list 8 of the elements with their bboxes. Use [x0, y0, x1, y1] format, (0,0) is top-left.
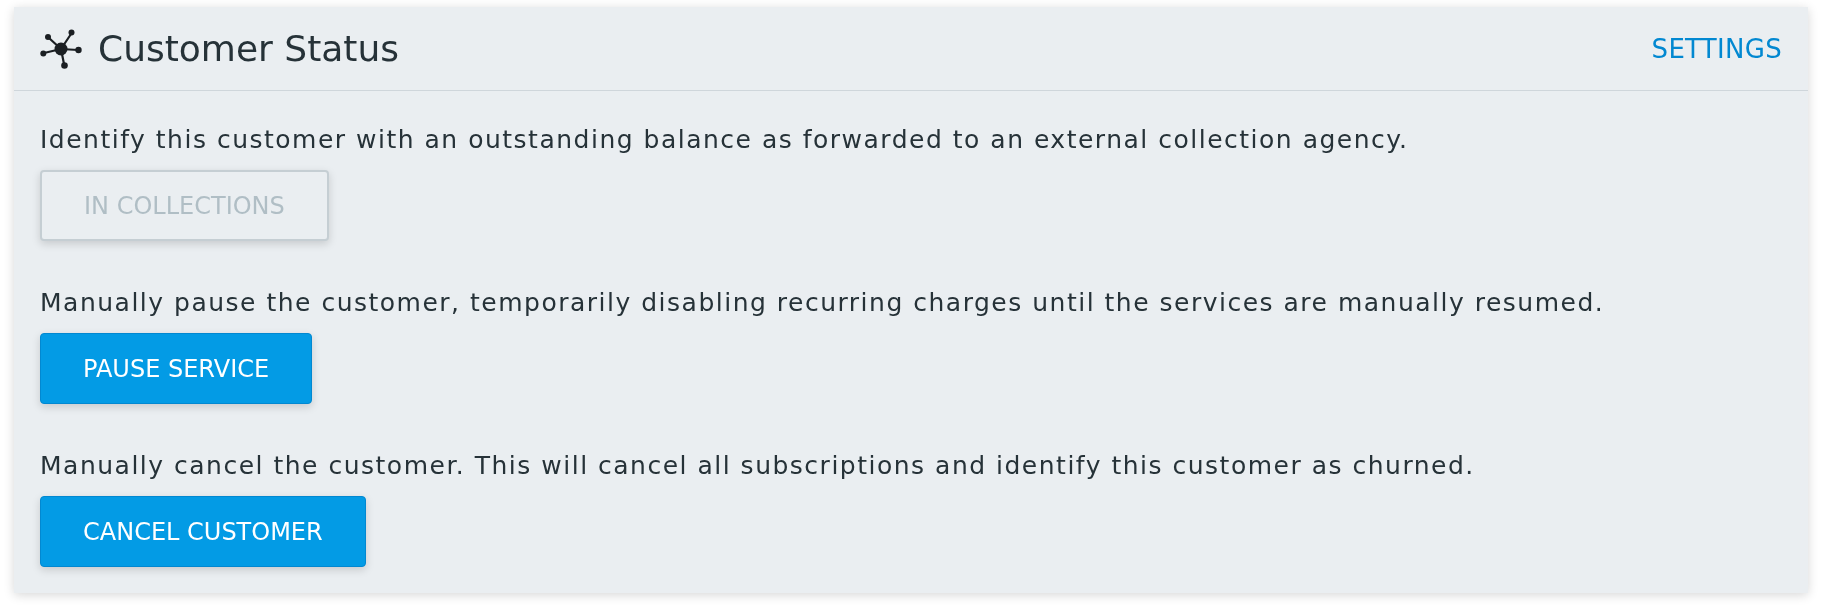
action-description: Manually cancel the customer. This will cancel all subscriptions and identify this customer as churned.: [40, 451, 1475, 481]
panel-title: Customer Status: [98, 26, 400, 71]
action-description: Identify this customer with an outstanding balance as forwarded to an external collection agency.: [40, 125, 1409, 155]
settings-link[interactable]: SETTINGS: [1651, 32, 1782, 65]
action-description: Manually pause the customer, temporarily disabling recurring charges until the services are manually resumed.: [40, 288, 1605, 318]
action-button[interactable]: PAUSE SERVICE: [40, 333, 313, 404]
network-hub-icon: [40, 28, 82, 69]
action-button[interactable]: CANCEL CUSTOMER: [40, 496, 366, 567]
